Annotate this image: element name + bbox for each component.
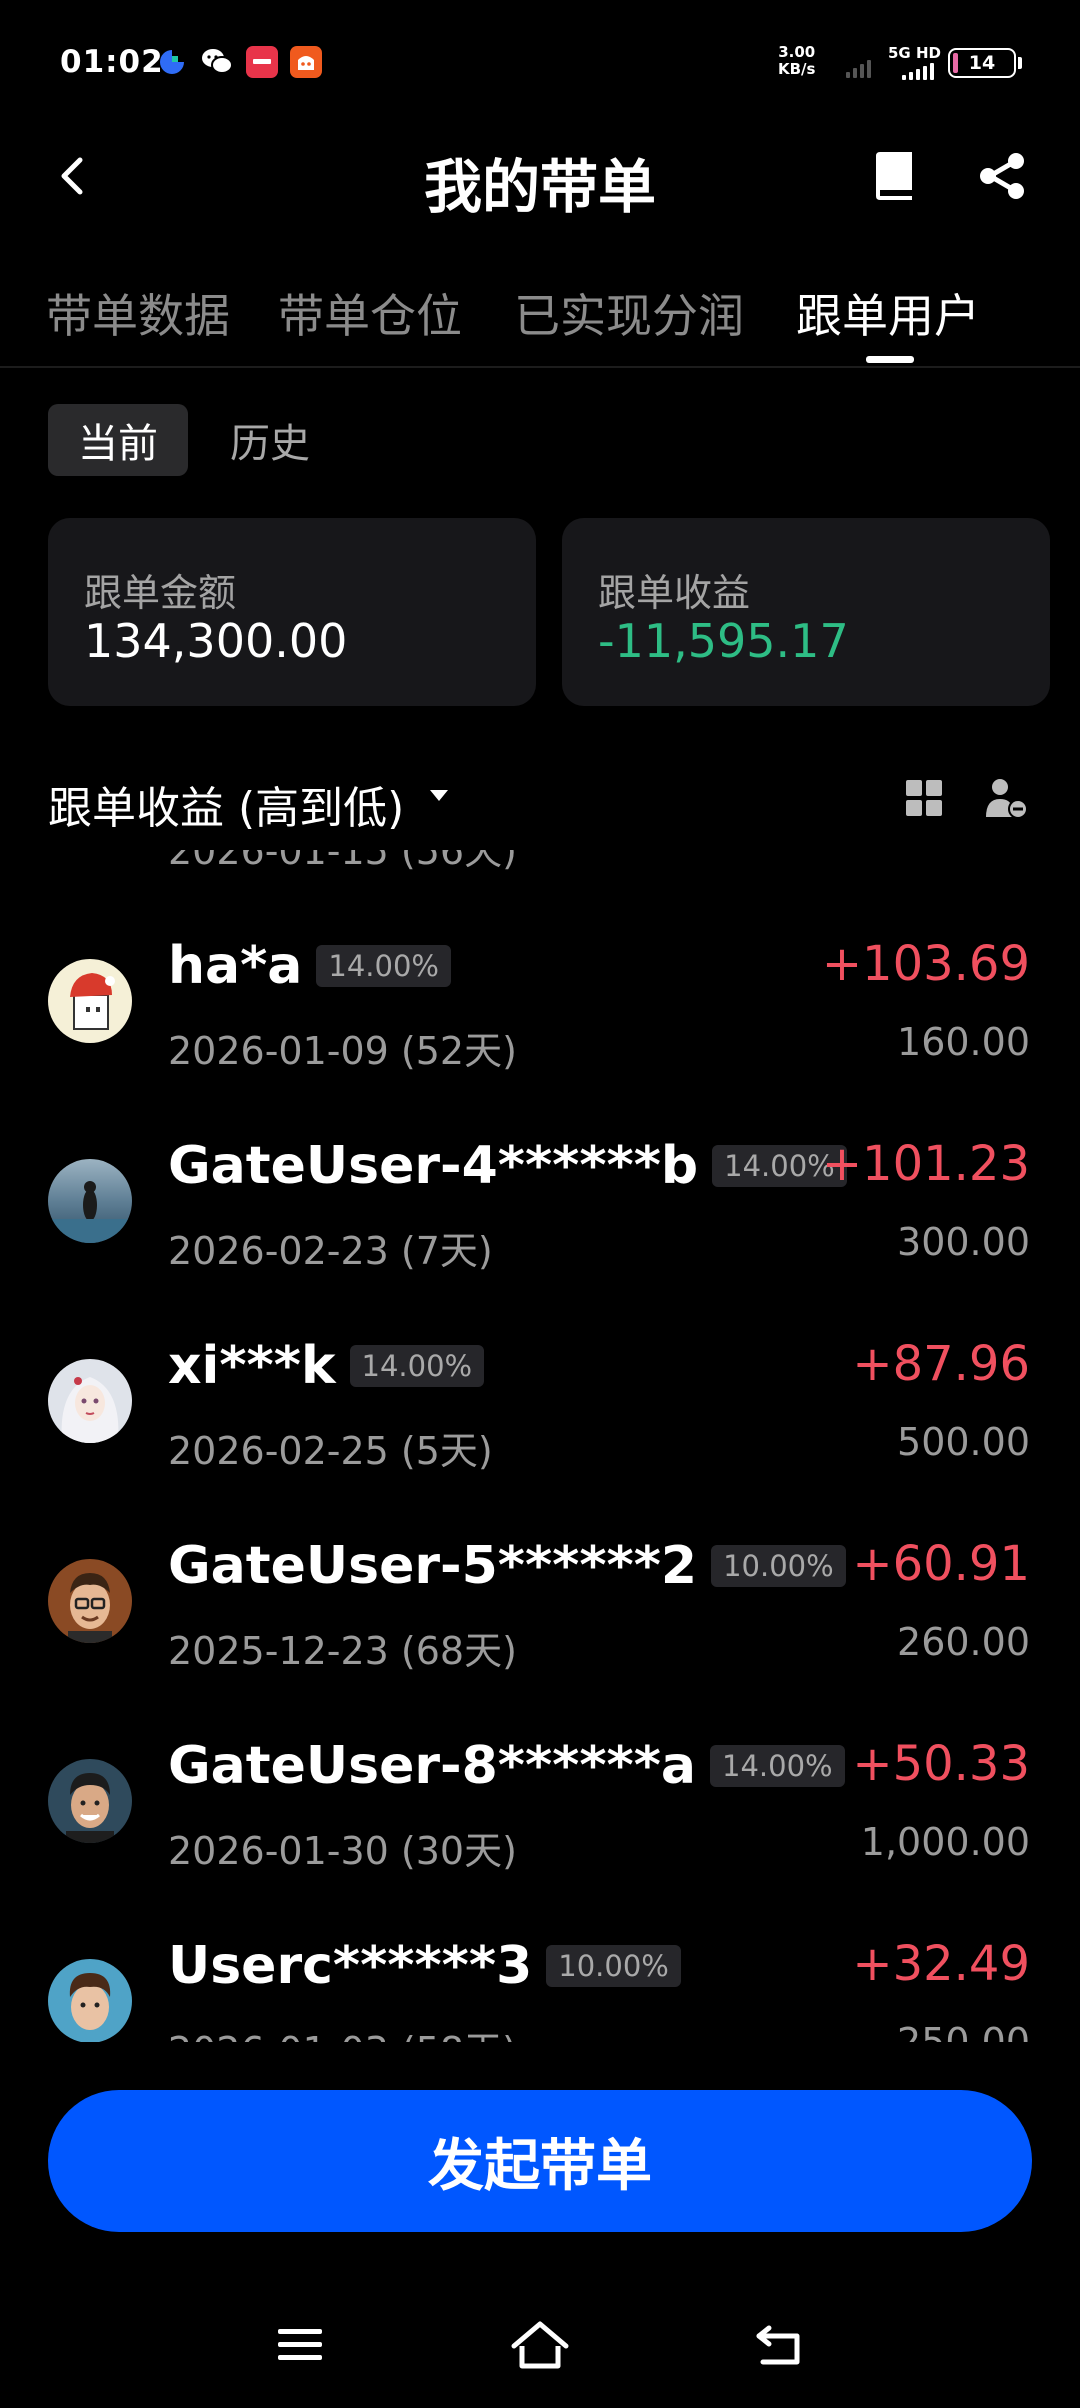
- status-time: 01:02: [60, 44, 164, 80]
- segment-current[interactable]: 当前: [48, 404, 188, 476]
- share-button[interactable]: [972, 146, 1032, 206]
- user-name: GateUser-4******b: [168, 1136, 699, 1196]
- copy-amount-card: 跟单金额 134,300.00: [48, 518, 536, 706]
- follower-profit: +101.23: [821, 1136, 1030, 1192]
- grid-view-button[interactable]: [900, 774, 948, 822]
- battery-level: 14: [968, 52, 996, 74]
- follower-list[interactable]: 2026-01-15 (56天) ha*a 14.00% 2026-01-09 …: [0, 850, 1080, 2042]
- wechat-icon: [200, 46, 233, 78]
- user-name: Userc******3: [168, 1936, 533, 1996]
- avatar: [48, 1759, 132, 1843]
- network-type: 5G HD: [888, 44, 941, 62]
- list-item[interactable]: Userc******3 10.00% 2026-01-03 (58天) +32…: [0, 1916, 1080, 2042]
- copy-profit-label: 跟单收益: [598, 571, 751, 615]
- tab-copy-positions[interactable]: 带单仓位: [278, 280, 462, 346]
- home-icon: [511, 2321, 569, 2369]
- battery-icon: 14: [948, 48, 1016, 78]
- avatar: [48, 1159, 132, 1243]
- net-speed-unit: KB/s: [778, 60, 816, 78]
- user-name: ha*a: [168, 936, 303, 996]
- follower-profit: +103.69: [821, 936, 1030, 992]
- follow-date: 2026-01-09 (52天): [168, 1029, 517, 1073]
- ratio-badge: 10.00%: [711, 1545, 846, 1587]
- avatar: [48, 1959, 132, 2042]
- red-app-icon: [246, 46, 278, 78]
- user-name: xi***k: [168, 1336, 336, 1396]
- tab-active-indicator: [866, 356, 914, 363]
- list-item[interactable]: GateUser-8******a 14.00% 2026-01-30 (30天…: [0, 1716, 1080, 1916]
- follower-amount: 1,000.00: [860, 1820, 1030, 1864]
- follow-date: 2026-02-23 (7天): [168, 1229, 493, 1273]
- remove-follower-button[interactable]: [982, 774, 1030, 822]
- follower-amount: 300.00: [897, 1220, 1030, 1264]
- follow-date: 2026-01-03 (58天): [168, 2020, 517, 2042]
- tab-followers[interactable]: 跟单用户: [796, 280, 980, 346]
- copy-amount-value: 134,300.00: [84, 614, 348, 668]
- battery-tip: [1018, 57, 1022, 69]
- follow-date: 2025-12-23 (68天): [168, 1629, 517, 1673]
- tab-realized-profit-share[interactable]: 已实现分润: [514, 280, 744, 346]
- grid-icon: [906, 780, 942, 816]
- segment-history[interactable]: 历史: [208, 404, 332, 476]
- copy-profit-card: 跟单收益 -11,595.17: [562, 518, 1050, 706]
- ratio-badge: 10.00%: [546, 1945, 681, 1987]
- net-speed-value: 3.00: [778, 43, 816, 61]
- list-item[interactable]: GateUser-4******b 14.00% 2026-02-23 (7天)…: [0, 1116, 1080, 1316]
- avatar: [48, 1559, 132, 1643]
- follower-amount: 500.00: [897, 1420, 1030, 1464]
- gate-app-icon: [156, 46, 188, 78]
- avatar: [48, 959, 132, 1043]
- user-remove-icon: [986, 779, 1028, 819]
- follower-amount: 160.00: [897, 1020, 1030, 1064]
- guide-button[interactable]: [864, 146, 924, 206]
- book-icon: [876, 152, 912, 200]
- menu-icon: [278, 2329, 322, 2360]
- net-speed: 3.00 KB/s: [778, 44, 815, 78]
- follow-date: 2026-01-30 (30天): [168, 1829, 517, 1873]
- signal-icon-2: [890, 62, 938, 80]
- start-copy-trading-button[interactable]: 发起带单: [48, 2090, 1032, 2232]
- follow-date: 2026-02-25 (5天): [168, 1429, 493, 1473]
- sort-dropdown[interactable]: 跟单收益 (高到低): [48, 772, 404, 836]
- follower-profit: +32.49: [852, 1936, 1030, 1992]
- list-item[interactable]: GateUser-5******2 10.00% 2025-12-23 (68天…: [0, 1516, 1080, 1716]
- list-item-partial[interactable]: 2026-01-15 (56天): [0, 850, 1080, 916]
- follow-date: 2026-01-15 (56天): [168, 850, 517, 873]
- avatar: [48, 1359, 132, 1443]
- tab-divider: [0, 366, 1080, 368]
- follower-amount: 260.00: [897, 1620, 1030, 1664]
- ratio-badge: 14.00%: [710, 1745, 845, 1787]
- user-name: GateUser-8******a: [168, 1736, 696, 1796]
- orange-app-icon: [290, 46, 322, 78]
- tab-copy-data[interactable]: 带单数据: [46, 280, 230, 346]
- ratio-badge: 14.00%: [349, 1345, 485, 1387]
- caret-down-icon[interactable]: [430, 790, 448, 801]
- ratio-badge: 14.00%: [316, 945, 451, 987]
- home-nav-button[interactable]: [500, 2310, 580, 2380]
- signal-icon-1: [846, 56, 880, 78]
- back-nav-button[interactable]: [740, 2310, 820, 2380]
- share-icon: [980, 153, 1024, 199]
- list-item[interactable]: xi***k 14.00% 2026-02-25 (5天) +87.96 500…: [0, 1316, 1080, 1516]
- copy-amount-label: 跟单金额: [84, 571, 237, 615]
- follower-profit: +87.96: [852, 1336, 1030, 1392]
- list-item[interactable]: ha*a 14.00% 2026-01-09 (52天) +103.69 160…: [0, 916, 1080, 1116]
- follower-profit: +60.91: [852, 1536, 1030, 1592]
- return-icon: [756, 2325, 800, 2365]
- follower-amount: 250.00: [897, 2020, 1030, 2042]
- copy-profit-value: -11,595.17: [598, 614, 849, 668]
- user-name: GateUser-5******2: [168, 1536, 698, 1596]
- menu-nav-button[interactable]: [260, 2310, 340, 2380]
- follower-profit: +50.33: [852, 1736, 1030, 1792]
